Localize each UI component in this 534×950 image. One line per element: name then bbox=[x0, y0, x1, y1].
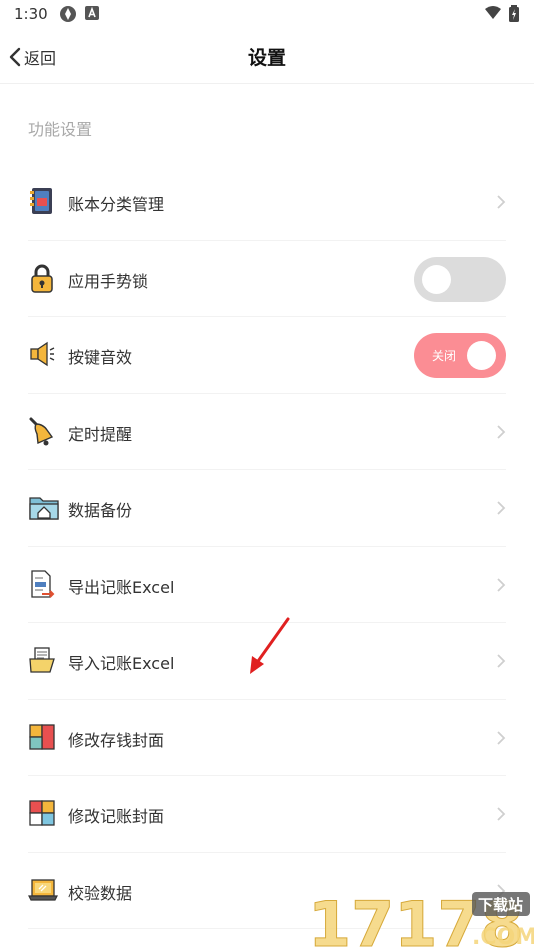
row-label: 按键音效 bbox=[68, 348, 133, 367]
wifi-icon bbox=[485, 6, 501, 19]
bell-icon bbox=[29, 417, 54, 445]
sync-icon bbox=[60, 6, 76, 22]
chevron-right-icon bbox=[497, 730, 506, 745]
section-label: 功能设置 bbox=[28, 120, 93, 139]
row-label: 数据备份 bbox=[68, 501, 133, 520]
chevron-right-icon bbox=[497, 807, 506, 821]
laptop-icon bbox=[28, 878, 58, 901]
key-sound-toggle[interactable]: 关闭 bbox=[414, 333, 506, 378]
row-key-sound[interactable]: 按键音效 关闭 bbox=[28, 317, 506, 394]
chevron-right-icon bbox=[497, 501, 506, 515]
ledger-book-icon bbox=[30, 188, 52, 214]
top-bar: 返回 设置 bbox=[0, 30, 534, 84]
svg-text:.COM: .COM bbox=[472, 925, 534, 950]
padlock-icon bbox=[31, 264, 53, 293]
page-title: 设置 bbox=[247, 47, 286, 69]
toggle-text: 关闭 bbox=[432, 349, 457, 363]
row-export-excel[interactable]: 导出记账Excel bbox=[28, 547, 506, 623]
row-label: 导入记账Excel bbox=[68, 654, 175, 673]
status-bar: 1:30 bbox=[0, 0, 534, 30]
row-label: 修改记账封面 bbox=[68, 807, 165, 826]
row-label: 导出记账Excel bbox=[68, 577, 175, 597]
status-time: 1:30 bbox=[14, 5, 48, 23]
battery-icon bbox=[509, 5, 519, 22]
gesture-lock-toggle[interactable] bbox=[414, 256, 506, 302]
row-gesture-lock[interactable]: 应用手势锁 bbox=[28, 241, 506, 317]
row-reminder[interactable]: 定时提醒 bbox=[28, 394, 506, 470]
import-folder-icon bbox=[29, 647, 55, 673]
chevron-right-icon bbox=[497, 424, 506, 439]
export-document-icon bbox=[31, 569, 55, 598]
chevron-right-icon bbox=[497, 195, 506, 209]
annotation-arrow-icon bbox=[250, 617, 290, 674]
svg-text:下载站: 下载站 bbox=[478, 896, 523, 914]
toggle-knob bbox=[467, 341, 496, 370]
row-label: 应用手势锁 bbox=[68, 271, 149, 291]
cover-grid-alt-icon bbox=[29, 800, 55, 826]
row-label: 校验数据 bbox=[68, 883, 133, 903]
text-a-icon bbox=[85, 6, 99, 20]
site-watermark-logo: 17178 下载站 .COM bbox=[308, 888, 534, 950]
row-ledger-cover[interactable]: 修改记账封面 bbox=[28, 776, 506, 853]
folder-home-icon bbox=[29, 497, 59, 520]
chevron-right-icon bbox=[497, 577, 506, 592]
speaker-icon bbox=[30, 341, 55, 367]
row-label: 账本分类管理 bbox=[68, 195, 165, 214]
row-savings-cover[interactable]: 修改存钱封面 bbox=[28, 700, 506, 776]
settings-list: 账本分类管理 应用手势锁 按键音效 关闭 定时提醒 数据备份 导出记账Excel… bbox=[0, 164, 534, 929]
row-label: 修改存钱封面 bbox=[68, 730, 165, 750]
toggle-knob bbox=[422, 264, 451, 294]
chevron-right-icon bbox=[497, 654, 506, 668]
row-data-backup[interactable]: 数据备份 bbox=[28, 470, 506, 547]
row-label: 定时提醒 bbox=[68, 424, 133, 444]
row-ledger-category[interactable]: 账本分类管理 bbox=[28, 164, 506, 241]
cover-grid-icon bbox=[29, 723, 55, 750]
